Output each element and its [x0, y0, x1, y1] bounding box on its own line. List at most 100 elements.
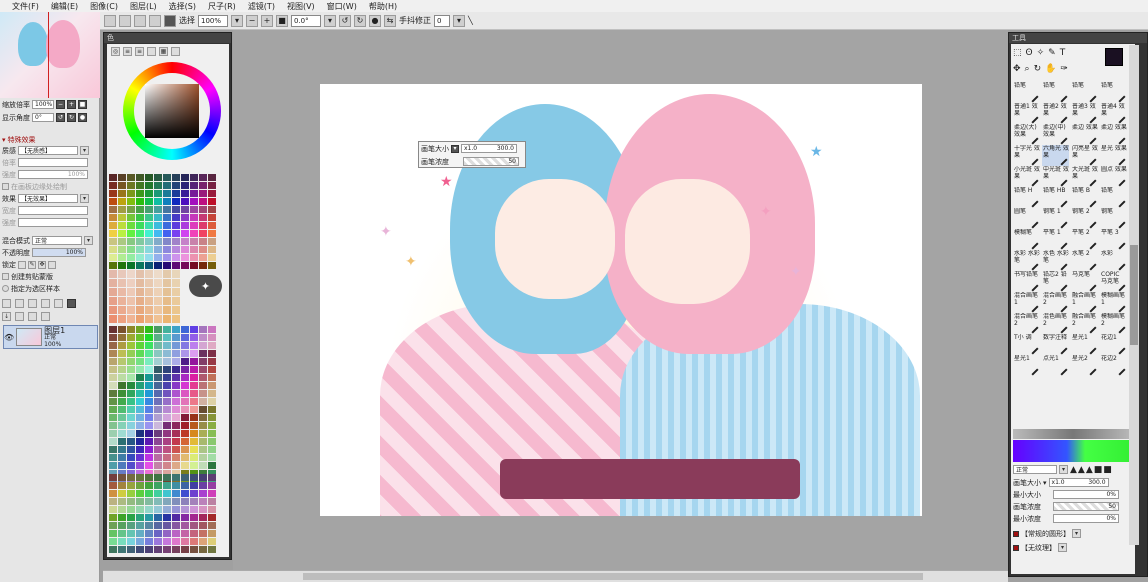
color-swatch[interactable] — [136, 506, 144, 513]
color-swatch[interactable] — [127, 546, 135, 553]
color-swatch[interactable] — [163, 288, 171, 296]
brush-preset[interactable]: 柔边(中) 效果 — [1042, 124, 1069, 145]
color-swatch[interactable] — [145, 454, 153, 461]
color-swatch[interactable] — [154, 390, 162, 397]
color-swatch[interactable] — [181, 490, 189, 497]
color-swatch[interactable] — [208, 326, 216, 333]
magic-wand-tool-icon[interactable]: ✧ — [1037, 48, 1045, 58]
color-swatch[interactable] — [199, 446, 207, 453]
color-swatch[interactable] — [109, 279, 117, 287]
color-swatch[interactable] — [163, 474, 171, 481]
brush-shape-dropdown-icon[interactable]: ▾ — [1072, 529, 1081, 538]
color-swatch[interactable] — [127, 414, 135, 421]
delete-layer-icon[interactable] — [41, 312, 50, 321]
brush-preset[interactable]: 水彩 — [1100, 250, 1127, 271]
color-swatch[interactable] — [145, 326, 153, 333]
color-swatch[interactable] — [127, 538, 135, 545]
color-swatch[interactable] — [118, 490, 126, 497]
color-swatch[interactable] — [208, 342, 216, 349]
color-swatch[interactable] — [136, 342, 144, 349]
brush-preset[interactable]: 书写铅笔 — [1013, 271, 1040, 292]
color-swatch[interactable] — [208, 382, 216, 389]
color-swatch[interactable] — [145, 297, 153, 305]
color-swatch[interactable] — [181, 358, 189, 365]
brush-preset[interactable]: 铅笔 — [1071, 82, 1098, 103]
color-swatch[interactable] — [145, 230, 153, 237]
color-swatch[interactable] — [199, 254, 207, 261]
color-swatch[interactable] — [163, 414, 171, 421]
color-swatch[interactable] — [181, 326, 189, 333]
brush-blend-select[interactable]: 正常 — [1013, 465, 1057, 474]
color-swatch[interactable] — [163, 358, 171, 365]
color-swatch[interactable] — [172, 358, 180, 365]
color-swatch[interactable] — [154, 262, 162, 269]
density-slider[interactable]: 50 — [1053, 502, 1119, 511]
color-swatch[interactable] — [154, 366, 162, 373]
select-all-button[interactable] — [134, 14, 146, 27]
color-swatch[interactable] — [199, 430, 207, 437]
color-swatch[interactable] — [172, 366, 180, 373]
color-swatch[interactable] — [118, 514, 126, 521]
brush-preset[interactable]: 铅芯2 铅笔 — [1042, 271, 1069, 292]
brush-preset[interactable]: 模糊画笔 2 — [1100, 313, 1127, 334]
color-swatch[interactable] — [118, 342, 126, 349]
popup-size-dropdown-icon[interactable]: ▾ — [451, 144, 459, 153]
brush-preset[interactable]: 铅笔 — [1013, 82, 1040, 103]
color-swatch[interactable] — [127, 206, 135, 213]
color-swatch[interactable] — [172, 350, 180, 357]
color-swatch[interactable] — [190, 214, 198, 221]
menu-item[interactable]: 窗口(W) — [321, 1, 363, 12]
color-swatch[interactable] — [199, 390, 207, 397]
color-swatch[interactable] — [136, 538, 144, 545]
rotate-right-button[interactable]: ↻ — [354, 14, 366, 27]
color-swatch[interactable] — [145, 238, 153, 245]
color-swatch[interactable] — [181, 374, 189, 381]
menu-item[interactable]: 选择(S) — [163, 1, 202, 12]
color-swatch[interactable] — [208, 350, 216, 357]
brush-preset[interactable]: 花边2 — [1100, 355, 1127, 376]
color-swatch[interactable] — [154, 382, 162, 389]
color-swatch[interactable] — [145, 546, 153, 553]
color-swatch[interactable] — [181, 334, 189, 341]
rotate-left-button[interactable]: ↺ — [339, 14, 351, 27]
layer-item[interactable]: 👁 图层1 正常 100% — [3, 325, 98, 349]
menu-item[interactable]: 编辑(E) — [45, 1, 84, 12]
color-swatch[interactable] — [163, 438, 171, 445]
color-swatch[interactable] — [172, 246, 180, 253]
color-swatch[interactable] — [136, 190, 144, 197]
brush-preset[interactable]: 模糊笔 — [1013, 229, 1040, 250]
color-swatch[interactable] — [145, 522, 153, 529]
color-swatch[interactable] — [163, 430, 171, 437]
color-swatch[interactable] — [127, 462, 135, 469]
brush-preset[interactable]: 融合画笔 1 — [1071, 292, 1098, 313]
color-swatch[interactable] — [127, 230, 135, 237]
color-swatch[interactable] — [109, 297, 117, 305]
color-swatch[interactable] — [172, 270, 180, 278]
brush-preset[interactable]: 模糊画笔 1 — [1100, 292, 1127, 313]
color-swatch[interactable] — [199, 506, 207, 513]
hand-tool-icon[interactable]: ✋ — [1045, 64, 1056, 74]
color-swatch[interactable] — [109, 430, 117, 437]
color-swatch[interactable] — [181, 462, 189, 469]
color-swatch[interactable] — [163, 446, 171, 453]
color-swatch[interactable] — [163, 198, 171, 205]
color-swatch[interactable] — [154, 174, 162, 181]
swatch-grid-skin[interactable] — [109, 270, 180, 323]
brush-preset[interactable]: 混合画笔 1 — [1013, 292, 1040, 313]
color-swatch[interactable] — [172, 230, 180, 237]
color-swatch[interactable] — [163, 214, 171, 221]
brush-blend-dropdown-icon[interactable]: ▾ — [1059, 465, 1068, 474]
color-swatch[interactable] — [181, 398, 189, 405]
color-swatch[interactable] — [208, 246, 216, 253]
color-swatch[interactable] — [190, 342, 198, 349]
color-swatch[interactable] — [127, 334, 135, 341]
color-swatch[interactable] — [208, 530, 216, 537]
color-swatch[interactable] — [127, 326, 135, 333]
color-swatch[interactable] — [127, 522, 135, 529]
color-swatch[interactable] — [190, 326, 198, 333]
navigator-thumbnail[interactable] — [0, 12, 100, 98]
color-swatch[interactable] — [127, 382, 135, 389]
color-swatch[interactable] — [190, 182, 198, 189]
brush-size-slider[interactable]: x1.0 300.0 — [1048, 478, 1109, 487]
color-swatch[interactable] — [109, 334, 117, 341]
